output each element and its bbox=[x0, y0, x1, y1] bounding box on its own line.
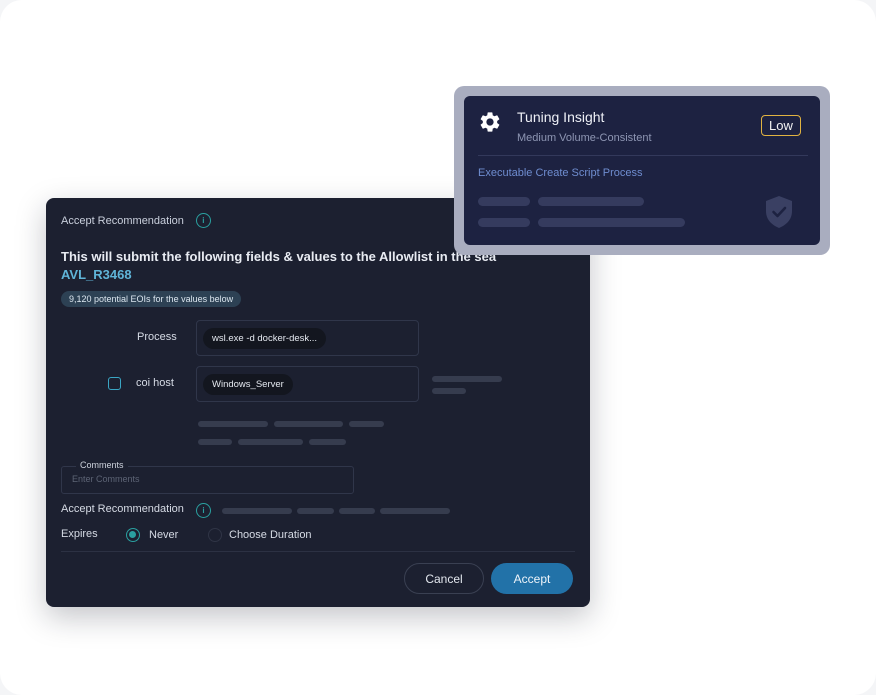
skeleton-bar bbox=[538, 197, 644, 206]
dialog-title: This will submit the following fields & … bbox=[61, 249, 497, 264]
expires-label: Expires bbox=[61, 528, 98, 540]
accept-recommendation-dialog: Accept Recommendation i This will submit… bbox=[46, 198, 590, 607]
skeleton-bar bbox=[238, 439, 303, 445]
severity-badge: Low bbox=[761, 115, 801, 136]
process-field[interactable]: wsl.exe -d docker-desk... bbox=[196, 320, 419, 356]
shield-check-icon bbox=[766, 196, 792, 228]
accept-button[interactable]: Accept bbox=[491, 563, 573, 594]
coi-host-field-label: coi host bbox=[136, 377, 174, 389]
skeleton-bar bbox=[478, 197, 530, 206]
never-radio-label: Never bbox=[149, 529, 179, 541]
coi-host-field[interactable]: Windows_Server bbox=[196, 366, 419, 402]
skeleton-bar bbox=[478, 218, 530, 227]
skeleton-bar bbox=[380, 508, 450, 514]
tuning-insight-card[interactable]: Tuning Insight Medium Volume-Consistent … bbox=[464, 96, 820, 245]
footer-divider bbox=[61, 551, 575, 552]
skeleton-bar bbox=[309, 439, 346, 445]
process-value-chip: wsl.exe -d docker-desk... bbox=[203, 328, 327, 349]
skeleton-bar bbox=[274, 421, 343, 427]
gear-icon bbox=[480, 112, 500, 132]
skeleton-bar bbox=[538, 218, 685, 227]
eoi-count-badge: 9,120 potential EOIs for the values belo… bbox=[61, 291, 242, 307]
dialog-header-label: Accept Recommendation bbox=[61, 214, 184, 227]
never-radio[interactable] bbox=[126, 528, 140, 542]
skeleton-bar bbox=[432, 376, 502, 382]
skeleton-bar bbox=[349, 421, 384, 427]
insight-divider bbox=[478, 155, 808, 156]
insight-title: Tuning Insight bbox=[517, 109, 605, 125]
accept-recommendation-label: Accept Recommendation bbox=[61, 503, 184, 515]
skeleton-bar bbox=[222, 508, 292, 514]
insight-subtitle: Medium Volume-Consistent bbox=[517, 132, 652, 144]
coi-host-value-chip: Windows_Server bbox=[203, 374, 293, 395]
coi-host-checkbox[interactable] bbox=[108, 377, 121, 390]
cancel-button[interactable]: Cancel bbox=[404, 563, 484, 594]
comments-input[interactable] bbox=[72, 474, 342, 484]
skeleton-bar bbox=[198, 421, 268, 427]
dialog-header: Accept Recommendation i bbox=[61, 213, 211, 228]
skeleton-bar bbox=[297, 508, 334, 514]
info-icon[interactable]: i bbox=[196, 503, 211, 518]
skeleton-bar bbox=[432, 388, 466, 394]
allowlist-id: AVL_R3468 bbox=[61, 267, 132, 282]
info-icon[interactable]: i bbox=[195, 213, 211, 228]
process-field-label: Process bbox=[137, 331, 177, 343]
comments-field[interactable] bbox=[61, 466, 354, 494]
comments-label: Comments bbox=[76, 460, 128, 470]
skeleton-bar bbox=[198, 439, 232, 445]
skeleton-bar bbox=[339, 508, 375, 514]
choose-duration-radio-label: Choose Duration bbox=[229, 529, 312, 541]
insight-rule-link[interactable]: Executable Create Script Process bbox=[478, 167, 642, 179]
choose-duration-radio[interactable] bbox=[208, 528, 222, 542]
